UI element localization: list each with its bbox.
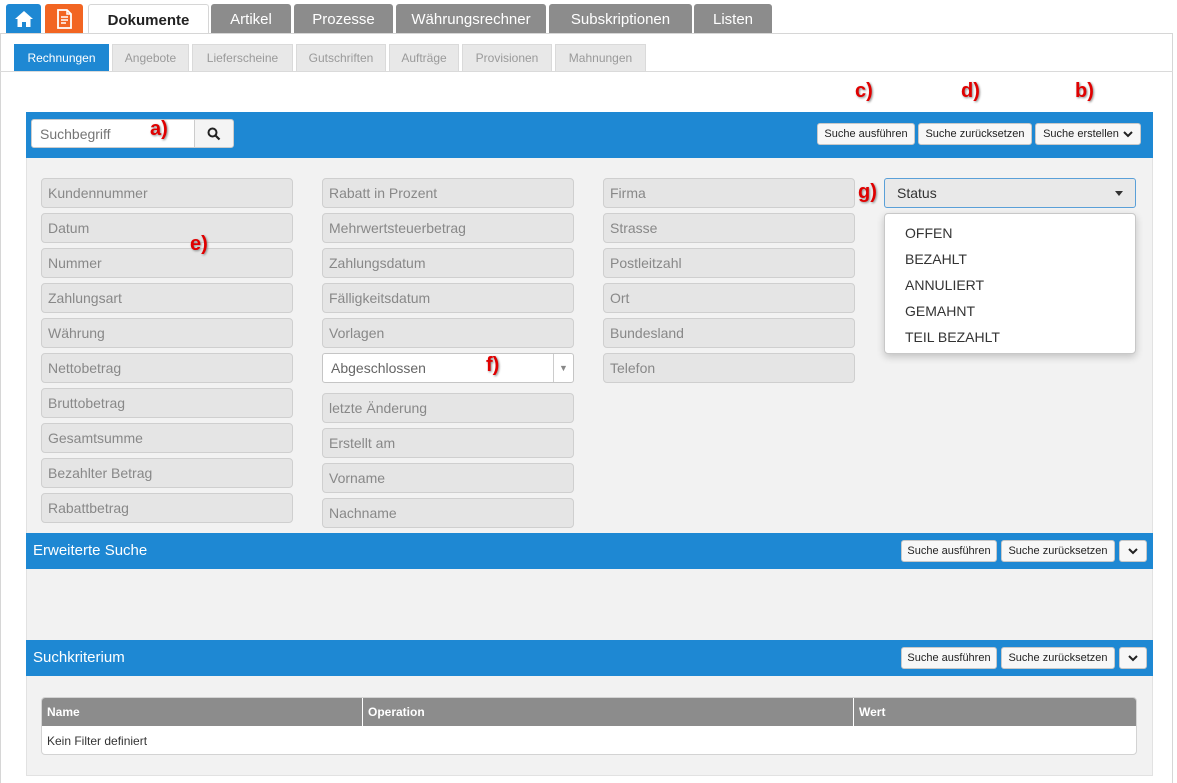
annotation-g: g) bbox=[858, 181, 877, 203]
home-icon bbox=[14, 11, 33, 27]
criteria-table: Name Operation Wert Kein Filter definier… bbox=[41, 697, 1137, 755]
column-header-wert[interactable]: Wert bbox=[854, 698, 1136, 726]
field-rabatt-prozent[interactable]: Rabatt in Prozent bbox=[322, 178, 574, 208]
field-nettobetrag[interactable]: Nettobetrag bbox=[41, 353, 293, 383]
tab-subskriptionen[interactable]: Subskriptionen bbox=[549, 4, 692, 34]
advanced-run-search-button[interactable]: Suche ausführen bbox=[901, 540, 997, 562]
chevron-down-icon bbox=[1128, 548, 1138, 555]
select-arrow-icon: ▼ bbox=[553, 354, 573, 382]
criteria-run-search-button[interactable]: Suche ausführen bbox=[901, 647, 997, 669]
field-letzte-aenderung[interactable]: letzte Änderung bbox=[322, 393, 574, 423]
field-zahlungsart[interactable]: Zahlungsart bbox=[41, 283, 293, 313]
create-search-label: Suche erstellen bbox=[1043, 128, 1119, 140]
advanced-reset-search-button[interactable]: Suche zurücksetzen bbox=[1001, 540, 1115, 562]
annotation-c: c) bbox=[855, 80, 873, 102]
subtab-divider bbox=[0, 71, 1173, 72]
field-telefon[interactable]: Telefon bbox=[603, 353, 855, 383]
tab-artikel[interactable]: Artikel bbox=[211, 4, 291, 34]
home-button[interactable] bbox=[6, 4, 41, 34]
subtab-gutschriften[interactable]: Gutschriften bbox=[296, 44, 386, 71]
field-vorname[interactable]: Vorname bbox=[322, 463, 574, 493]
field-nachname[interactable]: Nachname bbox=[322, 498, 574, 528]
field-zahlungsdatum[interactable]: Zahlungsdatum bbox=[322, 248, 574, 278]
tab-dokumente[interactable]: Dokumente bbox=[88, 4, 209, 35]
advanced-collapse-button[interactable] bbox=[1119, 540, 1147, 562]
subtab-angebote[interactable]: Angebote bbox=[112, 44, 189, 71]
field-kundennummer[interactable]: Kundennummer bbox=[41, 178, 293, 208]
field-gesamtsumme[interactable]: Gesamtsumme bbox=[41, 423, 293, 453]
status-select[interactable]: Status bbox=[884, 178, 1136, 208]
field-bundesland[interactable]: Bundesland bbox=[603, 318, 855, 348]
field-rabattbetrag[interactable]: Rabattbetrag bbox=[41, 493, 293, 523]
annotation-d: d) bbox=[961, 80, 980, 102]
reset-search-button[interactable]: Suche zurücksetzen bbox=[918, 123, 1032, 145]
status-option-bezahlt[interactable]: BEZAHLT bbox=[885, 246, 1135, 272]
tab-listen[interactable]: Listen bbox=[694, 4, 772, 34]
criteria-reset-search-button[interactable]: Suche zurücksetzen bbox=[1001, 647, 1115, 669]
subtab-rechnungen[interactable]: Rechnungen bbox=[14, 44, 109, 71]
criteria-title: Suchkriterium bbox=[33, 649, 125, 666]
documents-app-button[interactable] bbox=[45, 4, 83, 34]
field-mehrwertsteuerbetrag[interactable]: Mehrwertsteuerbetrag bbox=[322, 213, 574, 243]
field-postleitzahl[interactable]: Postleitzahl bbox=[603, 248, 855, 278]
tab-waehrungsrechner[interactable]: Währungsrechner bbox=[396, 4, 546, 34]
chevron-down-icon bbox=[1123, 131, 1133, 138]
status-select-value: Status bbox=[897, 185, 937, 201]
field-erstellt-am[interactable]: Erstellt am bbox=[322, 428, 574, 458]
subtab-mahnungen[interactable]: Mahnungen bbox=[555, 44, 646, 71]
search-input[interactable] bbox=[31, 119, 195, 148]
criteria-table-header: Name Operation Wert bbox=[42, 698, 1136, 726]
status-option-offen[interactable]: OFFEN bbox=[885, 220, 1135, 246]
subtab-auftraege[interactable]: Aufträge bbox=[389, 44, 459, 71]
field-firma[interactable]: Firma bbox=[603, 178, 855, 208]
annotation-b: b) bbox=[1075, 80, 1094, 102]
tab-prozesse[interactable]: Prozesse bbox=[294, 4, 393, 34]
subtab-lieferscheine[interactable]: Lieferscheine bbox=[192, 44, 293, 71]
field-bruttobetrag[interactable]: Bruttobetrag bbox=[41, 388, 293, 418]
field-vorlagen[interactable]: Vorlagen bbox=[322, 318, 574, 348]
field-nummer[interactable]: Nummer bbox=[41, 248, 293, 278]
field-ort[interactable]: Ort bbox=[603, 283, 855, 313]
criteria-collapse-button[interactable] bbox=[1119, 647, 1147, 669]
run-search-button[interactable]: Suche ausführen bbox=[817, 123, 915, 145]
column-header-operation[interactable]: Operation bbox=[363, 698, 854, 726]
annotation-e: e) bbox=[190, 233, 208, 255]
subtab-provisionen[interactable]: Provisionen bbox=[462, 44, 552, 71]
abgeschlossen-select[interactable]: Abgeschlossen ▼ bbox=[322, 353, 574, 383]
main-tab-bar: Dokumente Artikel Prozesse Währungsrechn… bbox=[0, 0, 1177, 35]
field-faelligkeitsdatum[interactable]: Fälligkeitsdatum bbox=[322, 283, 574, 313]
annotation-f: f) bbox=[486, 354, 500, 376]
empty-table-message: Kein Filter definiert bbox=[47, 734, 148, 748]
search-icon bbox=[207, 127, 221, 140]
column-header-name[interactable]: Name bbox=[42, 698, 363, 726]
status-dropdown-menu: OFFEN BEZAHLT ANNULIERT GEMAHNT TEIL BEZ… bbox=[884, 213, 1136, 354]
status-option-gemahnt[interactable]: GEMAHNT bbox=[885, 298, 1135, 324]
annotation-a: a) bbox=[150, 118, 168, 140]
field-bezahlter-betrag[interactable]: Bezahlter Betrag bbox=[41, 458, 293, 488]
advanced-search-body bbox=[26, 569, 1153, 640]
status-option-teil-bezahlt[interactable]: TEIL BEZAHLT bbox=[885, 324, 1135, 350]
document-icon bbox=[57, 9, 72, 29]
caret-down-icon bbox=[1115, 191, 1123, 196]
status-option-annuliert[interactable]: ANNULIERT bbox=[885, 272, 1135, 298]
field-waehrung[interactable]: Währung bbox=[41, 318, 293, 348]
create-search-button[interactable]: Suche erstellen bbox=[1035, 123, 1141, 145]
field-strasse[interactable]: Strasse bbox=[603, 213, 855, 243]
chevron-down-icon bbox=[1128, 655, 1138, 662]
advanced-search-title: Erweiterte Suche bbox=[33, 542, 148, 559]
search-button[interactable] bbox=[194, 119, 234, 148]
field-datum[interactable]: Datum bbox=[41, 213, 293, 243]
abgeschlossen-select-value: Abgeschlossen bbox=[331, 360, 426, 376]
